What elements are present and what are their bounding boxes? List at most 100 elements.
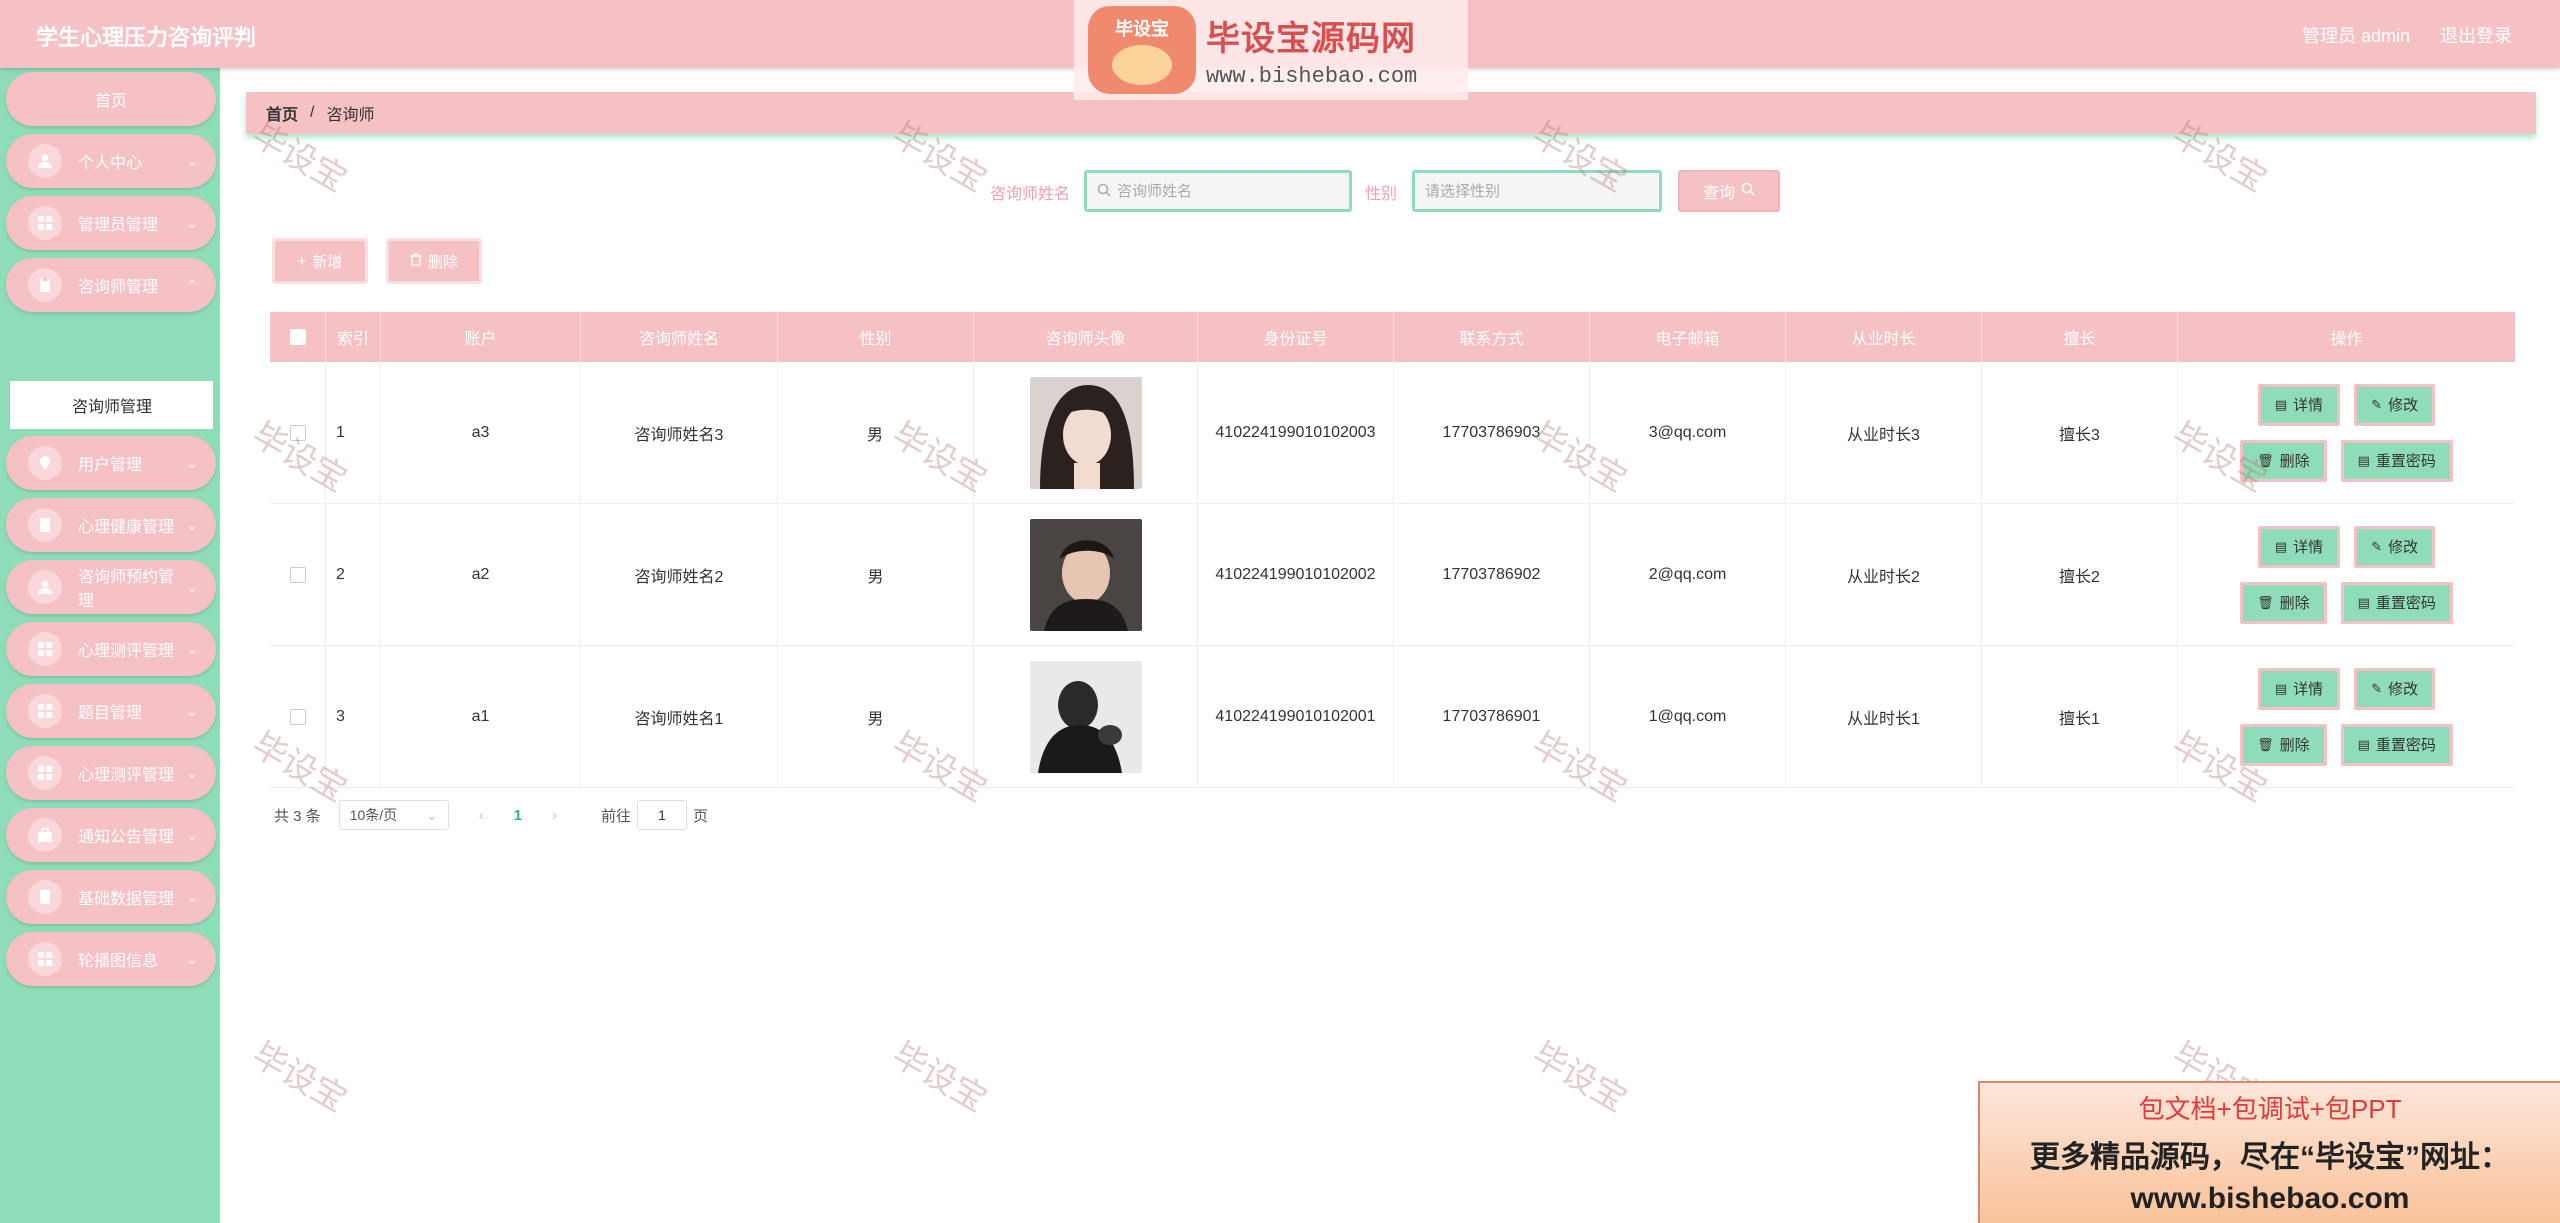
ad-line-1: 包文档+包调试+包PPT [2138, 1094, 2402, 1124]
user-icon [28, 570, 62, 604]
counselor-avatar-image [1029, 660, 1142, 773]
table-header: 索引 账户 咨询师姓名 性别 咨询师头像 身份证号 联系方式 电子邮箱 从业时长… [270, 312, 2515, 362]
add-button[interactable]: + 新增 [272, 238, 368, 284]
next-page-button[interactable]: › [552, 807, 557, 824]
cell-email: 1@qq.com [1590, 646, 1786, 787]
delete-button[interactable]: 🗑 删除 [2240, 581, 2327, 624]
logo-badge: 毕设宝 [1088, 6, 1196, 94]
chevron-down-icon: ⌄ [186, 640, 198, 657]
edit-button[interactable]: ✎ 修改 [2354, 525, 2436, 568]
chevron-down-icon: ⌄ [186, 454, 198, 471]
table-row: 3 a1 咨询师姓名1 男 410224199010102001 1770378… [270, 646, 2515, 788]
sidebar-item-questions[interactable]: 题目管理 ⌄ [6, 684, 216, 738]
sidebar-item-mental-health[interactable]: 心理健康管理 ⌄ [6, 498, 216, 552]
sidebar-item-label: 心理测评管理 [78, 643, 175, 660]
sidebar-item-assessment[interactable]: 心理测评管理 ⌄ [6, 622, 216, 676]
sidebar-item-personal-center[interactable]: 个人中心 ⌄ [6, 134, 216, 188]
delete-button[interactable]: 🗑 删除 [2240, 723, 2327, 766]
bag-icon [28, 818, 62, 852]
header-select [270, 312, 326, 362]
breadcrumb-separator: / [310, 104, 315, 121]
cell-idcard: 410224199010102003 [1198, 362, 1394, 503]
edit-button[interactable]: ✎ 修改 [2354, 667, 2436, 710]
watermark: 毕设宝 [885, 1034, 994, 1121]
cell-gender: 男 [778, 362, 974, 503]
ad-banner: 包文档+包调试+包PPT 更多精品源码，尽在“毕设宝”网址： www.bishe… [1978, 1081, 2560, 1223]
gender-select[interactable] [1425, 182, 1659, 200]
prev-page-button[interactable]: ‹ [479, 807, 484, 824]
sidebar-item-label: 用户管理 [78, 457, 143, 474]
header-phone: 联系方式 [1394, 312, 1590, 362]
search-icon [1741, 182, 1755, 201]
sidebar-item-home[interactable]: 首页 [6, 72, 216, 126]
sidebar: 首页 个人中心 ⌄ 管理员管理 ⌄ 咨询师管理 ⌃ 咨询师管理 用户管理 ⌄ 心… [0, 68, 220, 1223]
search-icon [1097, 183, 1111, 200]
row-checkbox[interactable] [289, 424, 306, 441]
reset-label: 重置密码 [2375, 737, 2436, 754]
delete-label: 删除 [2279, 453, 2310, 470]
detail-button[interactable]: ▤ 详情 [2257, 383, 2341, 426]
trash-icon [409, 252, 422, 270]
reset-password-button[interactable]: ▤ 重置密码 [2340, 723, 2453, 766]
sidebar-subitem-counselor-manage[interactable]: 咨询师管理 [10, 381, 213, 429]
sidebar-item-carousel[interactable]: 轮播图信息 ⌄ [6, 932, 216, 986]
sidebar-item-counselor-manage[interactable]: 咨询师管理 ⌃ [6, 258, 216, 312]
cell-name: 咨询师姓名2 [581, 504, 778, 645]
header-name: 咨询师姓名 [581, 312, 778, 362]
sidebar-item-base-data[interactable]: 基础数据管理 ⌄ [6, 870, 216, 924]
reset-password-button[interactable]: ▤ 重置密码 [2340, 581, 2453, 624]
logout-link[interactable]: 退出登录 [2440, 22, 2512, 48]
row-select [270, 504, 326, 645]
counselor-avatar-image [1029, 376, 1142, 489]
grid-icon [28, 206, 62, 240]
cell-years: 从业时长3 [1786, 362, 1982, 503]
detail-button[interactable]: ▤ 详情 [2257, 667, 2341, 710]
reset-password-button[interactable]: ▤ 重置密码 [2340, 439, 2453, 482]
edit-button[interactable]: ✎ 修改 [2354, 383, 2436, 426]
cell-actions: ▤ 详情 ✎ 修改 🗑 删除 ▤ 重置密码 [2178, 362, 2515, 503]
sidebar-item-label: 轮播图信息 [78, 953, 159, 970]
row-checkbox[interactable] [289, 566, 306, 583]
sidebar-item-label: 基础数据管理 [78, 891, 175, 908]
gender-select-box [1412, 170, 1662, 212]
trash-icon: 🗑 [2257, 736, 2274, 752]
ad-line-3: www.bishebao.com [2130, 1182, 2410, 1215]
sidebar-item-user-manage[interactable]: 用户管理 ⌄ [6, 436, 216, 490]
doc-icon [28, 880, 62, 914]
select-all-checkbox[interactable] [289, 329, 306, 345]
batch-delete-button[interactable]: 删除 [386, 238, 482, 284]
chevron-down-icon: ⌄ [186, 152, 198, 169]
page-size-select[interactable]: 10条/页 ⌄ [338, 800, 449, 830]
name-search-input[interactable] [1117, 182, 1349, 200]
chevron-down-icon: ⌄ [186, 764, 198, 781]
sidebar-item-appointment[interactable]: 咨询师预约管理 ⌄ [6, 560, 216, 614]
cell-avatar [974, 504, 1198, 645]
detail-button[interactable]: ▤ 详情 [2257, 525, 2341, 568]
cell-specialty: 擅长1 [1982, 646, 2178, 787]
clipboard-icon [28, 268, 62, 302]
delete-button[interactable]: 🗑 删除 [2240, 439, 2327, 482]
header-actions: 操作 [2330, 331, 2363, 348]
breadcrumb-home[interactable]: 首页 [266, 101, 298, 125]
admin-label: 管理员 admin [2301, 26, 2410, 46]
page-number[interactable]: 1 [514, 807, 522, 824]
cell-avatar [974, 646, 1198, 787]
cell-idcard: 410224199010102002 [1198, 504, 1394, 645]
header-index: 索引 [326, 312, 381, 362]
sidebar-item-admin-manage[interactable]: 管理员管理 ⌄ [6, 196, 216, 250]
edit-icon: ✎ [2371, 680, 2383, 696]
watermark: 毕设宝 [245, 1034, 354, 1121]
trash-icon: 🗑 [2257, 452, 2274, 468]
sidebar-item-assessment-2[interactable]: 心理测评管理 ⌄ [6, 746, 216, 800]
query-button[interactable]: 查询 [1678, 170, 1780, 212]
cell-years: 从业时长1 [1786, 646, 1982, 787]
logo-badge-text: 毕设宝 [1115, 19, 1169, 39]
chevron-down-icon: ⌄ [425, 806, 438, 823]
row-checkbox[interactable] [289, 708, 306, 725]
goto-page-input[interactable] [637, 800, 688, 830]
goto-prefix: 前往 [601, 807, 632, 825]
header-avatar: 咨询师头像 [974, 312, 1198, 362]
app-title: 学生心理压力咨询评判 [36, 25, 257, 50]
sidebar-item-notice[interactable]: 通知公告管理 ⌄ [6, 808, 216, 862]
breadcrumb-current: 咨询师 [326, 107, 375, 124]
